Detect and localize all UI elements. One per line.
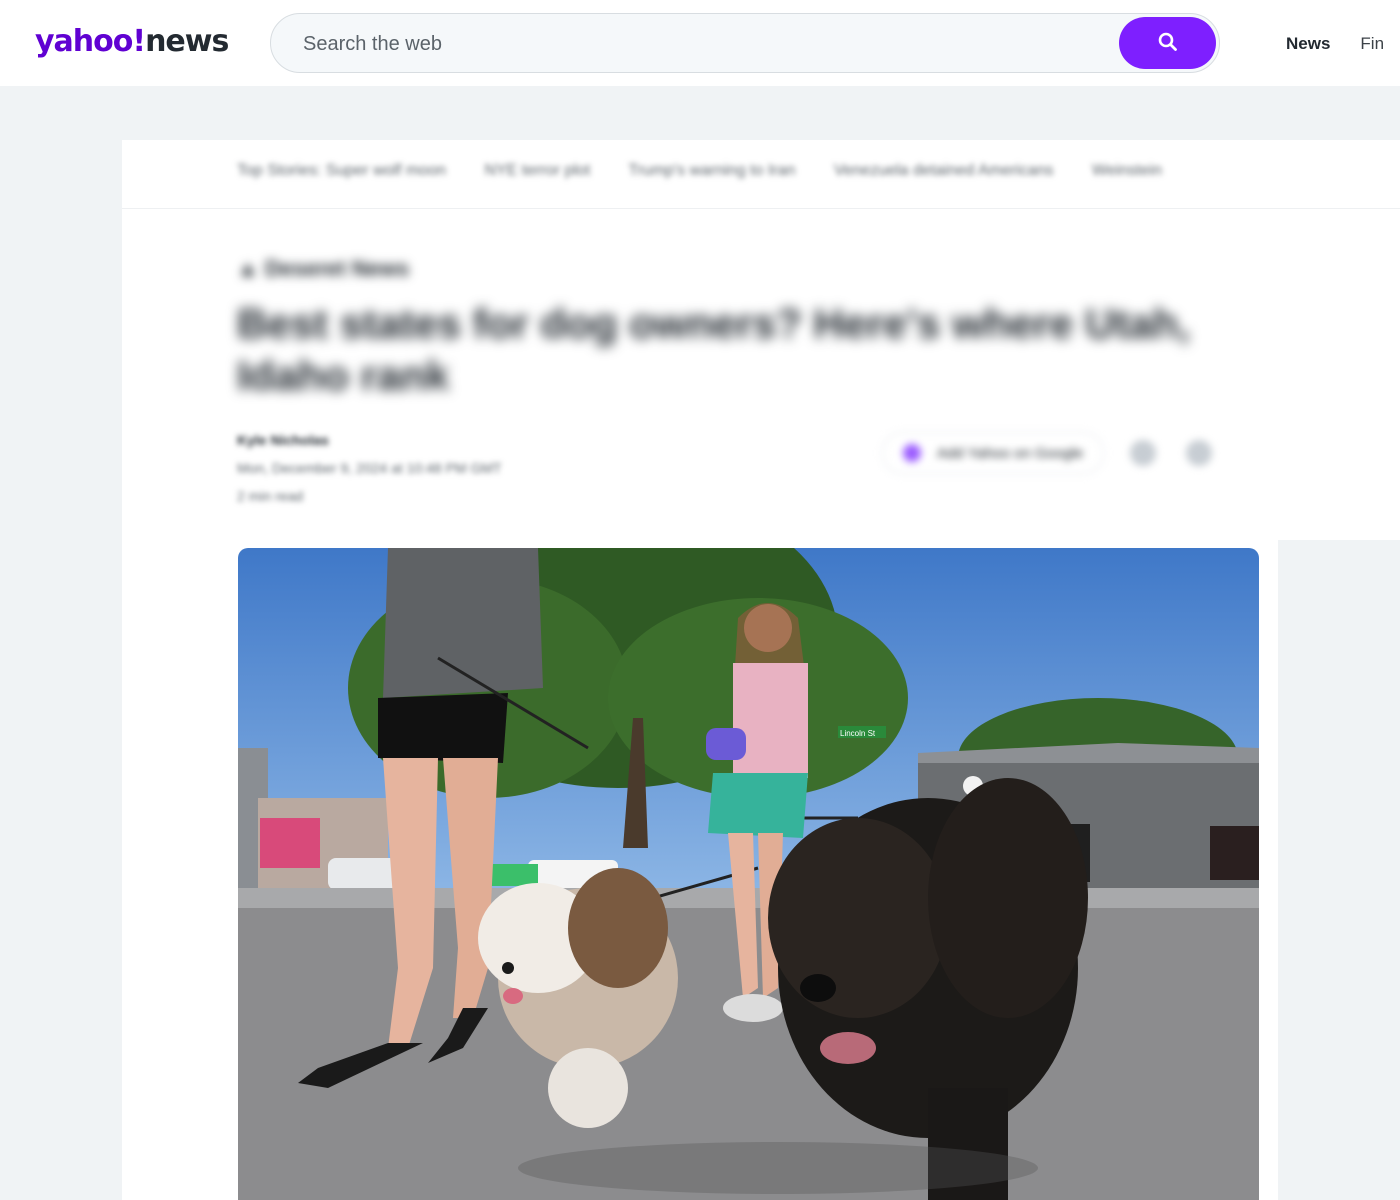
trending-topic[interactable]: Trump's warning to Iran [628,162,795,179]
share-icon[interactable] [1130,440,1157,466]
article-title: Best states for dog owners? Here's where… [237,300,1190,399]
nav-item-news[interactable]: News [1286,34,1330,53]
yahoo-news-logo[interactable]: yahoo!news [35,22,229,62]
search-bar [270,13,1220,73]
hero-photo: Lincoln St [238,548,1259,1200]
street-sign-label: Lincoln St [840,729,876,738]
provider-name: Deseret News [264,256,410,281]
provider-logo[interactable]: ▲ Deseret News [237,256,409,282]
nav-item-finance[interactable]: Fin [1360,34,1384,53]
add-yahoo-on-google-button[interactable]: Add Yahoo on Google [882,432,1105,474]
trending-topic[interactable]: Venezuela detained Americans [834,162,1054,179]
article-actions: Add Yahoo on Google [882,432,1242,474]
logo-news-text: news [145,24,229,59]
article-hero-image: Lincoln St [238,548,1259,1200]
site-header: yahoo!news News Fin [0,0,1400,86]
trending-topic[interactable]: Top Stories: Super wolf moon [237,162,446,179]
yahoo-icon [903,444,921,462]
top-nav: News Fin [1286,34,1400,54]
logo-yahoo-text: yahoo! [35,24,146,59]
provider-icon: ▲ [237,256,259,281]
publish-date: Mon, December 9, 2024 at 10:48 PM GMT [237,460,502,476]
add-yahoo-on-google-label: Add Yahoo on Google [937,444,1084,462]
trending-topic[interactable]: NYE terror plot [484,162,590,179]
article-header-card: Top Stories: Super wolf moon NYE terror … [122,140,1400,540]
author-name[interactable]: Kyle Nicholas [237,426,502,454]
byline: Kyle Nicholas Mon, December 9, 2024 at 1… [237,426,502,510]
search-button[interactable] [1119,17,1216,69]
read-time: 2 min read [237,488,304,504]
trending-topic[interactable]: Weinstein [1092,162,1162,179]
comments-icon[interactable] [1186,440,1213,466]
trending-topics-bar: Top Stories: Super wolf moon NYE terror … [122,140,1400,209]
search-input[interactable] [301,28,1105,60]
search-icon [1157,31,1179,56]
